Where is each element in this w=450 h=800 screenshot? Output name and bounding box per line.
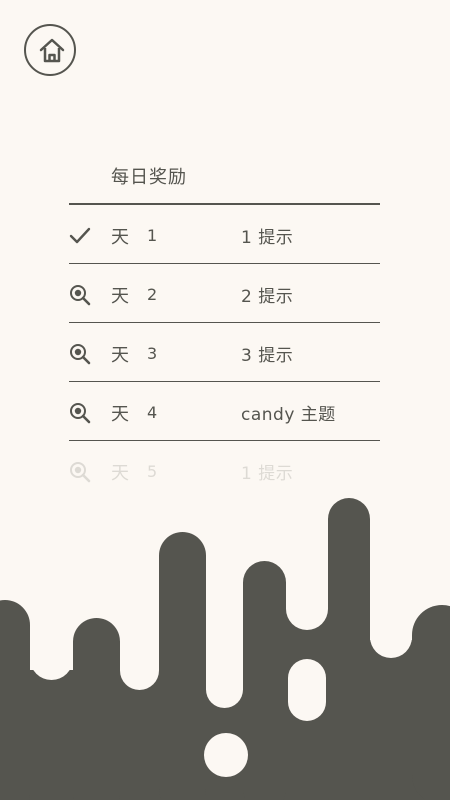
magnifier-eye-icon: [70, 462, 91, 483]
home-icon: [39, 38, 65, 63]
day-label: 天: [111, 227, 129, 248]
list-item[interactable]: 天 1 1 提示: [69, 203, 380, 263]
list-item[interactable]: 天 4 candy 主题: [69, 381, 380, 440]
magnifier-eye-icon: [70, 344, 91, 365]
day-number: 4: [147, 403, 158, 422]
reward-text: 2 提示: [241, 287, 294, 307]
reward-list: 天 1 1 提示 天 2 2 提示 天 3 3 提示 天 4 candy 主题: [69, 203, 380, 499]
day-number: 2: [147, 285, 158, 304]
home-button[interactable]: [24, 24, 76, 76]
day-label: 天: [111, 286, 129, 307]
day-number: 5: [147, 462, 158, 481]
reward-text: candy 主题: [241, 405, 336, 425]
magnifier-eye-icon: [70, 285, 91, 306]
page-title: 每日奖励: [111, 167, 187, 188]
check-icon: [69, 227, 91, 244]
magnifier-eye-icon: [70, 403, 91, 424]
day-number: 3: [147, 344, 158, 363]
day-label: 天: [111, 345, 129, 366]
day-label: 天: [111, 463, 129, 484]
reward-text: 3 提示: [241, 346, 294, 366]
list-item[interactable]: 天 2 2 提示: [69, 263, 380, 322]
reward-text: 1 提示: [241, 228, 294, 248]
reward-text: 1 提示: [241, 464, 294, 484]
list-item[interactable]: 天 3 3 提示: [69, 322, 380, 381]
list-item[interactable]: 天 5 1 提示: [69, 440, 380, 499]
day-number: 1: [147, 226, 158, 245]
day-label: 天: [111, 404, 129, 425]
